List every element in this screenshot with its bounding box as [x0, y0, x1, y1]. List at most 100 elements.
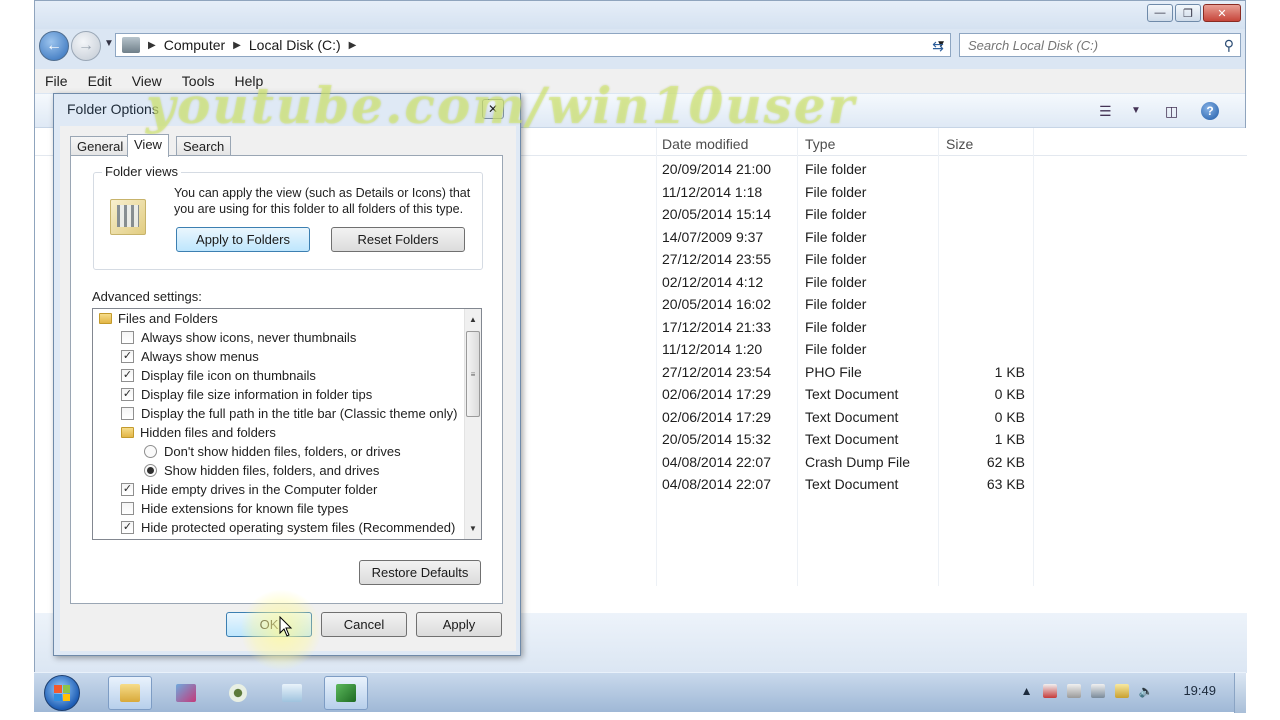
checkbox-checked[interactable]: ✓	[121, 521, 134, 534]
restore-button[interactable]: ❐	[1175, 4, 1201, 22]
apply-button[interactable]: Apply	[416, 612, 502, 637]
menu-edit[interactable]: Edit	[88, 73, 112, 89]
date-cell: 04/08/2014 22:07	[662, 476, 771, 492]
breadcrumb-arrow-icon[interactable]: ▶	[148, 40, 156, 51]
tab-search[interactable]: Search	[176, 136, 232, 156]
close-button[interactable]: ✕	[1203, 4, 1241, 22]
clock[interactable]: 19:49	[1183, 683, 1216, 698]
folder-icon	[99, 313, 112, 324]
scroll-down-icon[interactable]: ▼	[465, 520, 481, 537]
checkbox-unchecked[interactable]	[121, 331, 134, 344]
taskbar: ▲ 🔈 19:49	[34, 672, 1246, 713]
tree-folder-hidden-files[interactable]: Hidden files and folders	[121, 423, 481, 442]
taskbar-app-button[interactable]	[216, 676, 260, 710]
breadcrumb-local-disk[interactable]: Local Disk (C:)	[249, 37, 341, 53]
checkbox-hide-empty-drives[interactable]: ✓ Hide empty drives in the Computer folde…	[121, 480, 481, 499]
flag-icon[interactable]	[1114, 683, 1129, 698]
breadcrumb-arrow-icon[interactable]: ▶	[349, 40, 357, 51]
reset-folders-button[interactable]: Reset Folders	[331, 227, 465, 252]
checkbox-always-show-icons[interactable]: Always show icons, never thumbnails	[121, 328, 481, 347]
navigation-row: ← → ▼ ▶ Computer ▶ Local Disk (C:) ▶ ▼ ⇆…	[35, 29, 1245, 63]
search-box[interactable]: ⚲	[959, 33, 1241, 57]
recent-pages-dropdown[interactable]: ▼	[104, 38, 114, 49]
column-size[interactable]: Size	[946, 136, 973, 152]
preview-pane-icon[interactable]: ◫	[1165, 103, 1178, 120]
dialog-close-button[interactable]: ✕	[482, 99, 504, 119]
folder-views-icon	[110, 199, 146, 235]
scroll-thumb[interactable]: ≡	[466, 331, 480, 417]
date-cell: 14/07/2009 9:37	[662, 228, 764, 245]
forward-button[interactable]: →	[71, 31, 101, 61]
eye-icon	[229, 684, 247, 702]
vertical-scrollbar[interactable]: ▲ ≡ ▼	[464, 309, 481, 539]
checkbox-checked[interactable]: ✓	[121, 350, 134, 363]
checkbox-hide-extensions[interactable]: Hide extensions for known file types	[121, 499, 481, 518]
restore-defaults-button[interactable]: Restore Defaults	[359, 560, 481, 585]
tab-general[interactable]: General	[70, 136, 131, 156]
view-dropdown-icon[interactable]: ▼	[1131, 105, 1141, 116]
ok-button[interactable]: OK	[226, 612, 312, 637]
show-desktop-button[interactable]	[1234, 673, 1246, 713]
back-button[interactable]: ←	[39, 31, 69, 61]
checkbox-checked[interactable]: ✓	[121, 388, 134, 401]
taskbar-notes-button[interactable]	[270, 676, 314, 710]
refresh-button[interactable]: ⇆	[927, 35, 949, 57]
checkbox-display-file-icon[interactable]: ✓ Display file icon on thumbnails	[121, 366, 481, 385]
breadcrumb-arrow-icon[interactable]: ▶	[233, 40, 241, 51]
network-icon[interactable]	[1066, 683, 1081, 698]
checkbox-hide-protected-files[interactable]: ✓ Hide protected operating system files (…	[121, 518, 481, 537]
checkbox-checked[interactable]: ✓	[121, 369, 134, 382]
system-tray: ▲ 🔈 19:49	[1021, 683, 1238, 698]
checkbox-label: Display file icon on thumbnails	[141, 368, 316, 383]
start-button[interactable]	[44, 675, 80, 711]
date-cell: 20/05/2014 16:02	[662, 296, 771, 312]
show-hidden-icons-icon[interactable]: ▲	[1021, 684, 1033, 698]
scroll-up-icon[interactable]: ▲	[465, 311, 481, 328]
arrow-left-icon: ←	[46, 37, 62, 54]
arrow-right-icon: →	[78, 37, 94, 54]
device-icon[interactable]	[1090, 683, 1105, 698]
menu-tools[interactable]: Tools	[182, 73, 215, 89]
minimize-button[interactable]: —	[1147, 4, 1173, 22]
column-date-modified[interactable]: Date modified	[662, 136, 748, 152]
taskbar-explorer-button[interactable]	[108, 676, 152, 710]
menu-file[interactable]: File	[45, 73, 68, 89]
checkbox-checked[interactable]: ✓	[121, 483, 134, 496]
checkbox-label: Hide protected operating system files (R…	[141, 520, 456, 535]
cancel-button[interactable]: Cancel	[321, 612, 407, 637]
help-icon[interactable]: ?	[1201, 102, 1219, 120]
search-input[interactable]	[968, 37, 1208, 53]
checkbox-unchecked[interactable]	[121, 502, 134, 515]
checkbox-label: Hide extensions for known file types	[141, 501, 349, 516]
menu-view[interactable]: View	[132, 73, 162, 89]
date-cell: 20/09/2014 21:00	[662, 161, 771, 177]
volume-icon[interactable]: 🔈	[1139, 684, 1154, 698]
windows-logo-icon	[54, 685, 70, 701]
view-tab-panel: Folder views You can apply the view (suc…	[70, 155, 503, 604]
apply-to-folders-button[interactable]: Apply to Folders	[176, 227, 310, 252]
taskbar-green-app-button[interactable]	[324, 676, 368, 710]
address-bar[interactable]: ▶ Computer ▶ Local Disk (C:) ▶ ▼	[115, 33, 951, 57]
taskbar-media-button[interactable]	[164, 676, 208, 710]
refresh-icon: ⇆	[932, 37, 944, 54]
checkbox-unchecked[interactable]	[121, 407, 134, 420]
checkbox-display-full-path[interactable]: Display the full path in the title bar (…	[121, 404, 481, 423]
search-icon[interactable]: ⚲	[1224, 37, 1234, 54]
action-center-icon[interactable]	[1042, 683, 1057, 698]
folder-options-dialog: Folder Options ✕ General View Search Fol…	[53, 93, 521, 656]
tree-folder-files-and-folders[interactable]: Files and Folders	[99, 309, 467, 328]
advanced-settings-tree[interactable]: Files and Folders Always show icons, nev…	[92, 308, 482, 540]
radio-show-hidden[interactable]: Show hidden files, folders, and drives	[144, 461, 481, 480]
menu-help[interactable]: Help	[234, 73, 263, 89]
date-cell: 04/08/2014 22:07	[662, 453, 771, 470]
tab-view[interactable]: View	[127, 134, 169, 157]
radio-selected[interactable]	[144, 464, 157, 477]
checkbox-always-show-menus[interactable]: ✓ Always show menus	[121, 347, 481, 366]
breadcrumb-computer[interactable]: Computer	[164, 37, 225, 53]
radio-dont-show-hidden[interactable]: Don't show hidden files, folders, or dri…	[144, 442, 481, 461]
view-options-icon[interactable]: ☰	[1099, 103, 1112, 120]
type-cell: File folder	[805, 296, 867, 312]
column-type[interactable]: Type	[805, 136, 835, 152]
radio-unselected[interactable]	[144, 445, 157, 458]
checkbox-display-file-size[interactable]: ✓ Display file size information in folder…	[121, 385, 481, 404]
